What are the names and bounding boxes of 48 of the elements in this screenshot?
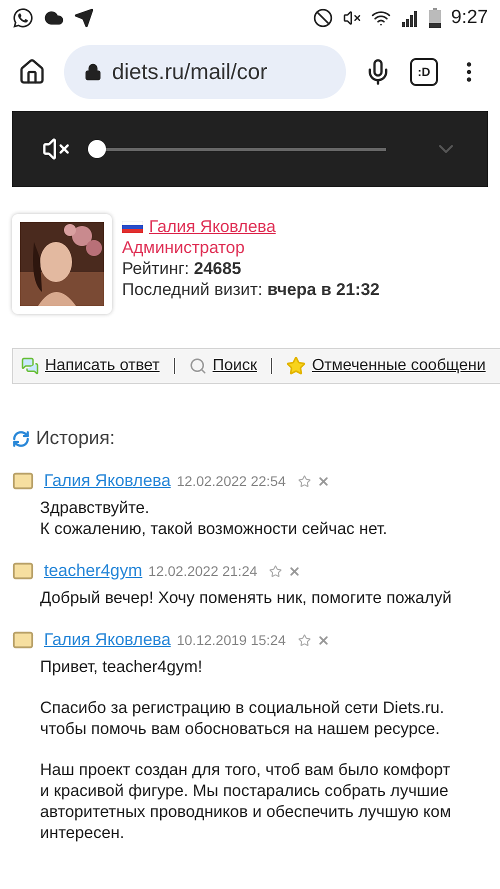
message-text: интересен. [40,823,126,844]
lock-icon [84,63,102,81]
search-icon [188,357,207,375]
message-text: Наш проект создан для того, чтоб вам было комфорт [40,760,452,781]
star-icon [286,356,306,376]
home-icon[interactable] [18,58,46,86]
volume-slider-thumb[interactable] [88,140,106,158]
address-bar[interactable]: diets.ru/mail/cor [64,45,346,99]
do-not-disturb-icon [313,8,334,28]
message-text: авторитетных проводников и обеспечить лучшую ком [40,802,452,823]
author-link[interactable]: Галия Яковлева [44,471,171,491]
message-date: 10.12.2019 15:24 [176,632,286,648]
mute-icon [343,9,362,27]
url-text: diets.ru/mail/cor [112,59,268,85]
rating-text: Рейтинг: 24685 [122,258,242,279]
clock-time: 9:27 [451,7,488,29]
star-icon[interactable] [298,474,311,488]
message-text: и красивой фигуре. Мы постарались собрать лучшие [40,781,450,802]
star-icon[interactable] [298,634,311,646]
speech-bubbles-icon [21,357,39,375]
message-text: Здравствуйте. [40,498,150,519]
toolbar-link[interactable]: Поиск [212,357,257,375]
author-link[interactable]: Галия Яковлева [44,630,171,650]
refresh-icon [12,430,30,448]
toolbar-link[interactable]: Написать ответ [45,357,160,375]
signal-icon [401,9,420,27]
user-role: Администратор [122,237,246,258]
delete-icon[interactable] [288,564,302,578]
paper-plane-icon [74,8,94,28]
message-text: Привет, teacher4gym! [40,657,204,678]
star-icon[interactable] [269,564,282,578]
message-text: Спасибо за регистрацию в социальной сети Diets.ru. [40,698,446,719]
message-text: чтобы помочь вам обосноваться на нашем ресурсе. [40,719,441,740]
message-text: Добрый вечер! Хочу поменять ник, помогите пожалуй [40,588,453,609]
toolbar-link[interactable]: Отмеченные сообщени [312,357,486,375]
profile-name-link[interactable]: Галия Яковлева [149,216,276,237]
whatsapp-icon [12,7,34,29]
delete-icon[interactable] [316,474,330,488]
last-visit-text: Последний визит: вчера в 21:32 [122,279,380,300]
history-title: История: [36,428,115,450]
message-date: 12.02.2022 21:24 [148,563,258,579]
delete-icon[interactable] [316,634,330,646]
flag-icon [122,220,143,232]
author-link[interactable]: teacher4gym [44,561,142,581]
tab-switcher-button[interactable]: :D [410,58,438,86]
battery-icon [429,8,442,28]
message-date: 12.02.2022 22:54 [176,473,286,489]
message-text: К сожалению, такой возможности сейчас нет. [40,519,388,540]
